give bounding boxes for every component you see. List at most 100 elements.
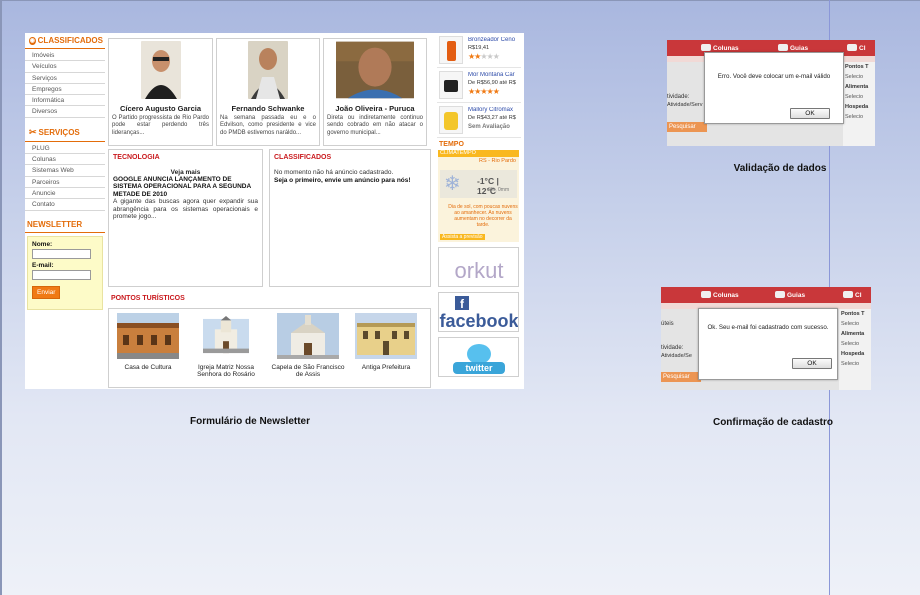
product-rating-1: ★★★★★ <box>468 52 500 61</box>
confirmation-tab-cl[interactable]: Cl <box>843 291 862 299</box>
validation-pesquisar-button[interactable]: Pesquisar <box>667 122 707 132</box>
menu-item-veiculos[interactable]: Veículos <box>25 61 105 73</box>
columnist-name-2: Fernando Schwanke <box>231 104 305 113</box>
orkut-logo-icon: orkut <box>455 258 504 283</box>
product-3[interactable]: Mallory Citromax De R$43,27 até R$ Sem A… <box>437 103 521 138</box>
menu-item-colunas[interactable]: Colunas <box>25 154 105 166</box>
columnist-card-1[interactable]: Cícero Augusto Garcia O Partido progress… <box>108 38 213 146</box>
validation-error-dialog: Erro. Você deve colocar um e-mail válido… <box>704 52 844 124</box>
servicos-heading: ✂ SERVIÇOS <box>25 124 105 142</box>
confirmation-topbar: Colunas Guias Cl <box>661 287 871 303</box>
validation-left-2: Atividade/Serv <box>667 102 703 108</box>
snowflake-icon: ❄ <box>444 173 461 195</box>
classificados-cta-text: Seja o primeiro, envie um anúncio para n… <box>274 177 411 184</box>
columnist-card-3[interactable]: João Oliveira - Puruca Direta ou indiret… <box>323 38 427 146</box>
menu-item-diversos[interactable]: Diversos <box>25 106 105 118</box>
columnist-photo-3 <box>336 41 414 99</box>
validation-tab-cl[interactable]: Cl <box>847 44 866 52</box>
columnist-card-2[interactable]: Fernando Schwanke Na semana passada eu e… <box>216 38 320 146</box>
classificados-panel-body: No momento não há anúncio cadastrado. Se… <box>270 163 430 185</box>
nome-label: Nome: <box>32 240 53 248</box>
casa-de-cultura-photo <box>117 313 179 359</box>
product-title-2[interactable]: Mor Montana Car <box>468 72 520 78</box>
caption-validacao: Validação de dados <box>733 163 827 174</box>
assista-previsao-button[interactable]: Assista a previsão <box>440 234 485 240</box>
twitter-bird-icon: twitter <box>453 344 505 374</box>
confirmation-success-message: Ok. Seu e-mail foi cadastrado com sucess… <box>707 324 829 331</box>
validation-screenshot: Colunas Guias Cl tividade: Atividade/Ser… <box>667 40 875 146</box>
pontos-turisticos-panel: Casa de Cultura Igreja Matriz Nossa Senh… <box>108 308 431 388</box>
weather-panel: ❄ -1°C | 12°C 0%, 0mm <box>440 170 517 198</box>
validation-right-column: Pontos T Selecio Alimenta Selecio Hosped… <box>843 62 875 146</box>
product-2[interactable]: Mor Montana Car De R$56,90 até R$ ★★★★★ <box>437 68 521 103</box>
confirmation-left-3: Atividade/Se <box>661 353 692 359</box>
tecnologia-headline[interactable]: GOOGLE ANUNCIA LANÇAMENTO DE SISTEMA OPE… <box>109 176 262 198</box>
tecnologia-veja-mais[interactable]: Veja mais <box>109 169 262 176</box>
car-seat-product-icon <box>439 71 463 99</box>
product-title-3[interactable]: Mallory Citromax <box>468 107 520 113</box>
menu-item-parceiros[interactable]: Parceiros <box>25 177 105 188</box>
weather-precipitation: 0%, 0mm <box>488 187 510 193</box>
igreja-matriz-photo <box>203 315 249 354</box>
caption-newsletter: Formulário de Newsletter <box>189 416 311 427</box>
newsletter-form-screenshot: ◉ CLASSIFICADOS Imóveis Veículos Serviço… <box>25 33 524 389</box>
classificados-heading: ◉ CLASSIFICADOS <box>25 33 105 49</box>
ponto-card-1[interactable]: Casa de Cultura <box>111 313 185 371</box>
confirmation-right-column: Pontos T Selecio Alimenta Selecio Hosped… <box>839 309 871 390</box>
climatempo-bar: CLIMATEMPO <box>438 150 519 157</box>
menu-item-contato[interactable]: Contato <box>25 199 105 211</box>
facebook-banner[interactable]: f facebook <box>438 292 519 332</box>
validation-ok-button[interactable]: OK <box>790 108 830 119</box>
menu-item-servicos[interactable]: Serviços <box>25 73 105 84</box>
product-1[interactable]: Bronzeador Ceno R$19,41 ★★★★★ <box>437 33 521 68</box>
confirmation-left-1: úteis <box>661 321 674 327</box>
ponto-name-4: Antiga Prefeitura <box>361 364 411 371</box>
menu-item-anuncie[interactable]: Anuncie <box>25 188 105 200</box>
menu-item-plug[interactable]: PLUG <box>25 143 105 155</box>
menu-item-informatica[interactable]: Informática <box>25 95 105 107</box>
validation-error-message: Erro. Você deve colocar um e-mail válido <box>717 73 831 80</box>
menu-item-imoveis[interactable]: Imóveis <box>25 50 105 62</box>
product-title-1[interactable]: Bronzeador Ceno <box>468 37 520 43</box>
confirmation-tab-guias[interactable]: Guias <box>775 291 805 299</box>
twitter-banner[interactable]: twitter <box>438 337 519 377</box>
ponto-card-4[interactable]: Antiga Prefeitura <box>349 313 423 371</box>
validation-tab-guias[interactable]: Guias <box>778 44 808 52</box>
email-input[interactable] <box>32 269 91 280</box>
classificados-panel-title: CLASSIFICADOS <box>274 154 332 161</box>
product-price-3: De R$43,27 até R$ <box>468 115 516 121</box>
menu-item-sistemas-web[interactable]: Sistemas Web <box>25 165 105 177</box>
capela-sao-francisco-photo <box>277 313 339 359</box>
weather-advice: Dia de sol, com poucas nuvens ao amanhec… <box>448 204 518 228</box>
weather-temperature: -1°C | 12°C <box>477 176 499 196</box>
menu-item-empregos[interactable]: Empregos <box>25 84 105 96</box>
ponto-name-3: Capela de São Francisco de Assis <box>271 364 345 378</box>
tempo-title: TEMPO <box>439 141 464 148</box>
validation-left-1: tividade: <box>667 94 690 100</box>
ponto-name-1: Casa de Cultura <box>124 364 172 371</box>
confirmation-pesquisar-button[interactable]: Pesquisar <box>661 372 701 382</box>
confirmation-ok-button[interactable]: OK <box>792 358 832 369</box>
tecnologia-title: TECNOLOGIA <box>113 154 160 161</box>
enviar-button[interactable]: Enviar <box>32 285 61 299</box>
ponto-card-2[interactable]: Igreja Matriz Nossa Senhora do Rosário <box>189 313 263 378</box>
ponto-card-3[interactable]: Capela de São Francisco de Assis <box>271 313 345 378</box>
classificados-panel: CLASSIFICADOS No momento não há anúncio … <box>269 149 431 287</box>
columnist-name-3: João Oliveira - Puruca <box>335 104 415 113</box>
right-column: Bronzeador Ceno R$19,41 ★★★★★ Mor Montan… <box>437 33 521 377</box>
orkut-banner[interactable]: orkut <box>438 247 519 287</box>
columnist-text-1: O Partido progressista de Rio Pardo pode… <box>112 115 209 136</box>
validation-tab-colunas[interactable]: Colunas <box>701 44 739 52</box>
nome-input[interactable] <box>32 248 91 259</box>
antiga-prefeitura-photo <box>355 313 417 359</box>
confirmation-tab-colunas[interactable]: Colunas <box>701 291 739 299</box>
pontos-turisticos-title: PONTOS TURÍSTICOS <box>111 295 185 302</box>
tools-icon: ✂ <box>29 126 37 137</box>
weather-city: RS - Rio Pardo <box>479 158 516 164</box>
servicos-menu: PLUG Colunas Sistemas Web Parceiros Anun… <box>25 143 105 211</box>
ponto-name-2: Igreja Matriz Nossa Senhora do Rosário <box>197 364 255 378</box>
confirmation-success-dialog: Ok. Seu e-mail foi cadastrado com sucess… <box>698 308 838 380</box>
svg-text:facebook: facebook <box>439 311 519 331</box>
citromax-product-icon <box>439 106 463 134</box>
confirmation-screenshot: Colunas Guias Cl úteis tividade: Ativida… <box>661 287 871 390</box>
